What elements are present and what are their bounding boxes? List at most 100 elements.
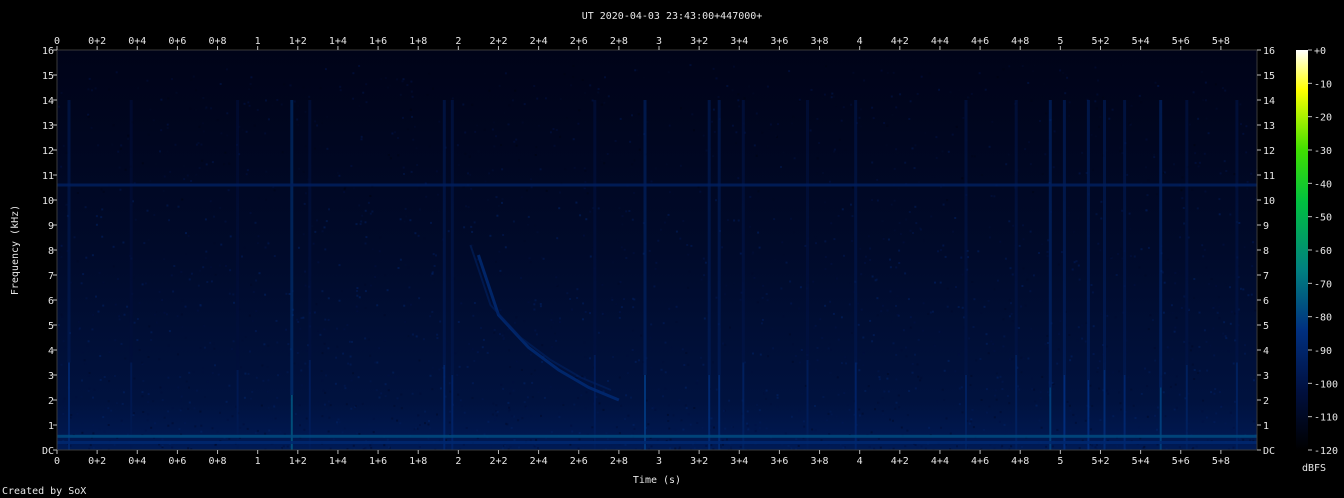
noise-dot <box>775 134 778 137</box>
noise-dot <box>889 290 892 293</box>
noise-dot <box>1097 367 1099 369</box>
noise-dot <box>864 262 866 264</box>
noise-dot <box>223 163 226 166</box>
x-tick-label-top: 0+6 <box>168 36 186 47</box>
noise-dot <box>1157 406 1159 409</box>
noise-dot <box>1094 100 1097 103</box>
noise-dot <box>193 407 196 410</box>
noise-dot <box>937 250 939 253</box>
noise-dot <box>1081 324 1083 327</box>
noise-dot <box>299 327 302 330</box>
noise-dot <box>891 113 894 116</box>
noise-dot <box>91 89 93 92</box>
noise-dot <box>224 151 227 154</box>
noise-dot <box>1033 64 1036 67</box>
noise-dot <box>199 347 202 349</box>
noise-dot <box>892 342 895 345</box>
noise-dot <box>1107 392 1110 395</box>
noise-dot <box>462 103 465 106</box>
noise-dot <box>1098 125 1100 128</box>
noise-dot <box>816 157 819 160</box>
x-tick-label-top: 1 <box>255 36 261 47</box>
noise-dot <box>501 201 503 204</box>
noise-dot <box>1252 438 1254 441</box>
x-tick-label-bottom: 2+4 <box>530 456 548 467</box>
noise-dot <box>808 363 811 365</box>
noise-dot <box>343 384 346 387</box>
noise-dot <box>87 374 90 377</box>
noise-dot <box>137 87 140 90</box>
noise-dot <box>319 333 322 336</box>
noise-dot <box>539 303 542 305</box>
noise-dot <box>504 246 507 249</box>
noise-dot <box>160 102 163 105</box>
noise-dot <box>352 444 355 447</box>
noise-dot <box>554 332 556 335</box>
noise-dot <box>1163 372 1166 375</box>
noise-dot <box>620 246 623 249</box>
noise-dot <box>650 445 653 448</box>
noise-dot <box>1174 326 1177 329</box>
noise-dot <box>648 249 651 252</box>
noise-dot <box>256 242 259 245</box>
noise-dot <box>732 65 735 68</box>
noise-dot <box>1127 376 1130 379</box>
x-tick-label-bottom: 5+6 <box>1172 456 1190 467</box>
noise-dot <box>178 428 181 431</box>
x-tick-label-bottom: 2+8 <box>610 456 628 467</box>
noise-dot <box>338 299 341 302</box>
noise-dot <box>1031 388 1034 390</box>
noise-dot <box>367 201 370 204</box>
noise-dot <box>232 293 235 296</box>
noise-dot <box>535 333 538 336</box>
noise-dot <box>343 427 346 430</box>
noise-dot <box>1225 337 1228 340</box>
noise-dot <box>251 320 254 322</box>
noise-dot <box>928 72 931 75</box>
noise-dot <box>890 95 893 98</box>
noise-dot <box>756 301 759 304</box>
noise-dot <box>558 207 561 210</box>
noise-dot <box>835 104 837 107</box>
noise-dot <box>243 102 246 105</box>
noise-dot <box>1206 439 1209 442</box>
noise-dot <box>248 104 251 107</box>
y-tick-label-left: 9 <box>48 221 54 232</box>
noise-dot <box>1020 305 1023 308</box>
noise-dot <box>439 320 442 323</box>
noise-dot <box>974 155 976 158</box>
noise-dot <box>383 444 386 447</box>
noise-dot <box>1245 125 1248 128</box>
noise-dot <box>864 390 867 392</box>
noise-dot <box>795 438 798 441</box>
noise-dot <box>419 208 421 211</box>
noise-dot <box>486 351 489 354</box>
noise-dot <box>464 152 467 155</box>
noise-dot <box>760 322 763 325</box>
noise-dot <box>356 287 359 290</box>
noise-dot <box>83 359 86 362</box>
noise-dot <box>364 307 367 309</box>
noise-dot <box>159 386 162 389</box>
sferic-upper <box>450 100 454 375</box>
noise-dot <box>204 218 207 221</box>
noise-dot <box>675 230 678 233</box>
noise-dot <box>184 336 187 339</box>
noise-dot <box>909 229 912 232</box>
noise-dot <box>712 155 714 158</box>
noise-dot <box>199 410 202 413</box>
x-tick-label-top: 0+2 <box>88 36 106 47</box>
noise-dot <box>1205 117 1208 120</box>
noise-dot <box>1215 107 1218 110</box>
noise-dot <box>1213 354 1216 357</box>
x-tick-label-bottom: 3 <box>656 456 662 467</box>
noise-dot <box>224 264 227 267</box>
noise-dot <box>194 109 197 111</box>
noise-dot <box>971 408 974 411</box>
noise-dot <box>321 290 324 293</box>
noise-dot <box>858 369 861 372</box>
noise-dot <box>1010 312 1013 315</box>
noise-dot <box>205 106 208 109</box>
noise-dot <box>302 444 305 447</box>
noise-dot <box>570 424 573 427</box>
